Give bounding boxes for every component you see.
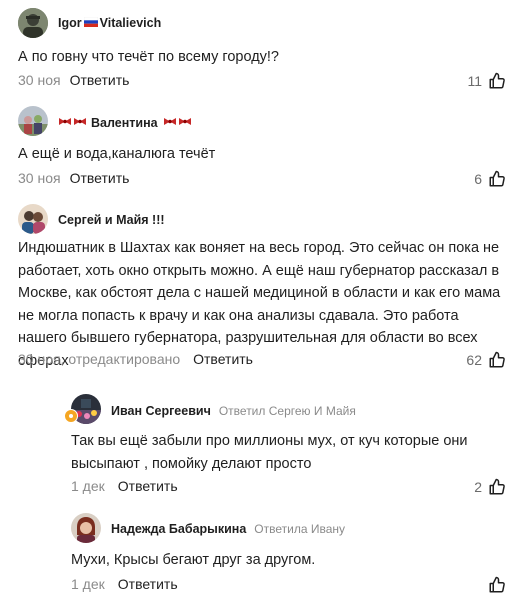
comment-date: 1 дек (71, 576, 105, 592)
reply-button[interactable]: Ответить (118, 478, 178, 494)
comment-text: Так вы ещё забыли про миллионы мух, от к… (71, 433, 468, 472)
comment-date: 30 ноя, отредактировано (18, 351, 181, 367)
author-name: Иван Сергеевич (111, 404, 211, 418)
comment-date-row: 1 дек Ответить (71, 478, 178, 494)
comment-author[interactable]: Сергей и Майя !!! (58, 213, 165, 227)
author-name: Валентина (91, 116, 158, 130)
thumbs-up-icon[interactable] (488, 576, 506, 594)
comment-text: А по говну что течёт по всему городу!? (18, 49, 279, 65)
avatar[interactable] (18, 204, 48, 234)
reply-button[interactable]: Ответить (70, 170, 130, 186)
comment-date-row: 30 ноя Ответить (18, 170, 129, 186)
bow-icon (58, 116, 88, 130)
author-name: Надежда Бабарыкина (111, 522, 247, 536)
avatar[interactable] (18, 8, 48, 38)
comment-author[interactable]: Надежда Бабарыкина Ответила Ивану (111, 522, 345, 536)
thumbs-up-icon[interactable] (488, 478, 506, 496)
comment-date-row: 30 ноя Ответить (18, 72, 129, 88)
badge-icon (64, 409, 78, 423)
avatar[interactable] (18, 106, 48, 136)
thumbs-up-icon[interactable] (488, 170, 506, 188)
reply-button[interactable]: Ответить (118, 576, 178, 592)
thumbs-up-icon[interactable] (488, 72, 506, 90)
comment-date: 30 ноя (18, 170, 61, 186)
reply-to-label[interactable]: Ответила Ивану (254, 522, 345, 536)
thumbs-up-icon[interactable] (488, 351, 506, 369)
comment-author[interactable]: Igor Vitalievich (58, 16, 161, 30)
like-count: 2 (474, 479, 482, 495)
flag-icon (83, 16, 98, 27)
reply-to-label[interactable]: Ответил Сергею И Майя (219, 404, 356, 418)
comment-author[interactable]: Валентина (58, 116, 193, 130)
reply-button[interactable]: Ответить (193, 351, 253, 367)
comment-date-row: 1 дек Ответить (71, 576, 178, 592)
avatar[interactable] (71, 513, 101, 543)
comment-date-row: 30 ноя, отредактировано Ответить (18, 351, 253, 367)
comment-text: А ещё и вода,каналюга течёт (18, 146, 216, 162)
like-count: 6 (474, 171, 482, 187)
bow-icon (163, 116, 193, 130)
comment-date: 30 ноя (18, 72, 61, 88)
author-name-suffix: Vitalievich (99, 16, 162, 30)
comment-text: Мухи, Крысы бегают друг за другом. (71, 552, 316, 568)
author-name: Igor (58, 16, 82, 30)
reply-button[interactable]: Ответить (70, 72, 130, 88)
like-count: 11 (467, 73, 482, 89)
like-count: 62 (466, 352, 482, 368)
comment-author[interactable]: Иван Сергеевич Ответил Сергею И Майя (111, 404, 356, 418)
comment-date: 1 дек (71, 478, 105, 494)
